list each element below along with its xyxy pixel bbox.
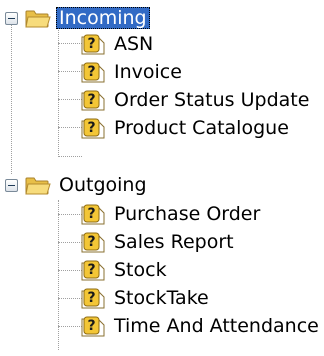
folder-open-icon [25,10,51,28]
tree-item-product-catalogue[interactable]: ? Product Catalogue [80,114,292,142]
tree-guide-line [58,242,82,243]
unknown-document-icon: ? [81,118,105,139]
tree-guide-line [58,326,82,327]
tree-item-label: Sales Report [114,231,234,253]
tree-view: Incoming ? ASN ? Invoice ? Order Status … [0,0,324,356]
unknown-document-icon: ? [81,62,105,83]
svg-text:?: ? [87,262,95,278]
tree-item-label: Order Status Update [114,89,310,111]
tree-guide-line [58,200,59,350]
tree-guide-line [58,43,82,44]
tree-folder-outgoing[interactable]: Outgoing [25,171,150,199]
tree-item-stock[interactable]: ? Stock [80,256,170,284]
tree-item-sales-report[interactable]: ? Sales Report [80,228,237,256]
tree-guide-line [58,71,82,72]
svg-text:?: ? [87,92,95,108]
tree-item-invoice[interactable]: ? Invoice [80,58,185,86]
tree-item-label: Stock [114,259,167,281]
collapse-toggle-outgoing[interactable] [5,179,18,192]
tree-guide-line [58,298,82,299]
tree-item-label: StockTake [114,287,209,309]
tree-guide-line [58,127,82,128]
tree-folder-incoming[interactable]: Incoming [25,4,150,32]
svg-text:?: ? [87,234,95,250]
svg-text:?: ? [87,318,95,334]
tree-item-purchase-order[interactable]: ? Purchase Order [80,200,263,228]
tree-item-label: Purchase Order [114,203,261,225]
unknown-document-icon: ? [81,288,105,309]
tree-guide-line [58,28,59,155]
tree-item-stocktake[interactable]: ? StockTake [80,284,212,312]
tree-item-label: Product Catalogue [114,117,289,139]
tree-guide-line [58,214,82,215]
tree-item-asn[interactable]: ? ASN [80,30,156,58]
tree-item-time-and-attendance[interactable]: ? Time And Attendance [80,312,322,340]
tree-guide-line [58,270,82,271]
tree-folder-label: Incoming [56,7,150,29]
svg-text:?: ? [87,206,95,222]
folder-open-icon [25,177,51,195]
unknown-document-icon: ? [81,90,105,111]
tree-guide-line [58,99,82,100]
unknown-document-icon: ? [81,232,105,253]
tree-item-label: ASN [114,33,154,55]
svg-text:?: ? [87,120,95,136]
svg-text:?: ? [87,290,95,306]
unknown-document-icon: ? [81,316,105,337]
tree-item-order-status-update[interactable]: ? Order Status Update [80,86,312,114]
tree-guide-line [58,156,82,157]
unknown-document-icon: ? [81,204,105,225]
collapse-toggle-incoming[interactable] [5,12,18,25]
tree-item-label: Time And Attendance [114,315,319,337]
tree-guide-line [11,22,12,174]
svg-text:?: ? [87,64,95,80]
unknown-document-icon: ? [81,260,105,281]
svg-text:?: ? [87,36,95,52]
tree-folder-label: Outgoing [59,174,147,196]
unknown-document-icon: ? [81,34,105,55]
tree-item-label: Invoice [114,61,182,83]
